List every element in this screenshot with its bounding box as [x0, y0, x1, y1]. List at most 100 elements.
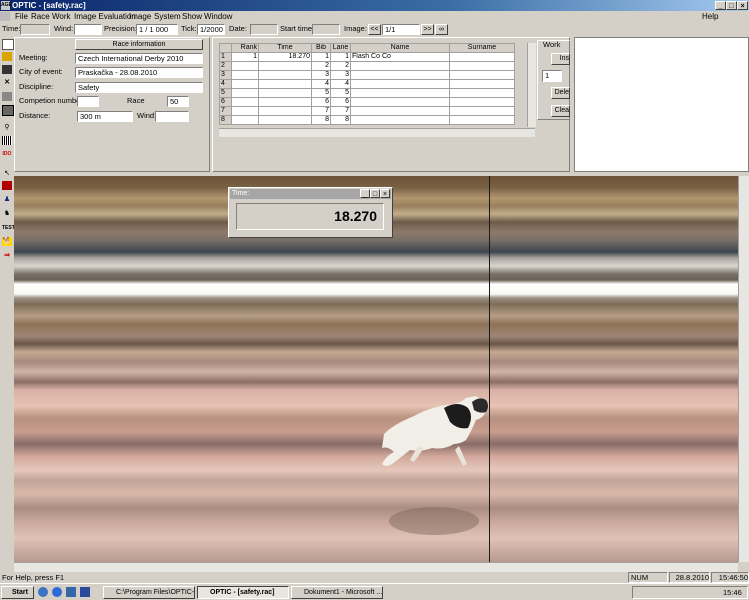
loop-button[interactable]: ∞	[435, 24, 448, 35]
clear-button[interactable]: Clea	[551, 105, 570, 117]
bib-cell[interactable]: 4	[311, 79, 331, 89]
prev-image-button[interactable]: <<	[368, 24, 381, 35]
discipline-field[interactable]: Safety	[75, 82, 203, 93]
rank-cell[interactable]	[231, 70, 259, 80]
zoom-icon[interactable]: ⚲	[2, 123, 12, 132]
start-button[interactable]: Start	[1, 586, 34, 599]
col-surname[interactable]: Surname	[449, 43, 515, 53]
horse-icon[interactable]: ♞	[2, 209, 12, 218]
task-optic[interactable]: OPTIC - [safety.rac]	[197, 586, 289, 599]
wind-field[interactable]	[74, 24, 102, 35]
ie-icon[interactable]	[52, 587, 62, 597]
surname-cell[interactable]	[449, 88, 515, 98]
menu-window[interactable]: Window	[204, 12, 232, 22]
lane-cell[interactable]: 2	[330, 61, 351, 71]
name-cell[interactable]	[350, 61, 450, 71]
surname-cell[interactable]	[449, 106, 515, 116]
delete-button[interactable]: Dele	[551, 87, 570, 99]
image-field[interactable]: 1/1	[382, 24, 420, 35]
time-field[interactable]	[20, 24, 50, 35]
menu-help[interactable]: Help	[702, 12, 718, 22]
table-row[interactable]: 1 1 18.270 1 1 Flash Co Co	[219, 52, 515, 62]
word-icon[interactable]	[80, 587, 90, 597]
bib-cell[interactable]: 7	[311, 106, 331, 116]
race-info-header[interactable]: Race information	[75, 39, 203, 50]
image-vscroll[interactable]	[738, 176, 749, 562]
col-lane[interactable]: Lane	[330, 43, 351, 53]
menu-system[interactable]: System	[154, 12, 181, 22]
lane-cell[interactable]: 4	[330, 79, 351, 89]
surname-cell[interactable]	[449, 61, 515, 71]
bib-cell[interactable]: 6	[311, 97, 331, 107]
logo-icon[interactable]: IDO	[2, 150, 12, 159]
popup-close-button[interactable]: ×	[380, 189, 390, 198]
next-image-button[interactable]: >>	[421, 24, 434, 35]
image-hscroll[interactable]	[14, 562, 738, 572]
precision-select[interactable]: 1 / 1 000	[136, 24, 178, 35]
menu-show[interactable]: Show	[182, 12, 202, 22]
grid-hscroll[interactable]	[219, 128, 535, 137]
time-cell[interactable]: 18.270	[258, 52, 312, 62]
lane-cell[interactable]: 6	[330, 97, 351, 107]
time-cell[interactable]	[258, 115, 312, 125]
time-cell[interactable]	[258, 97, 312, 107]
maximize-button[interactable]: □	[726, 1, 737, 10]
doc-icon[interactable]	[0, 12, 10, 21]
time-cell[interactable]	[258, 88, 312, 98]
competition-field[interactable]	[77, 96, 99, 107]
time-cell[interactable]	[258, 61, 312, 71]
menu-race[interactable]: Race	[31, 12, 50, 22]
time-cell[interactable]	[258, 106, 312, 116]
start-time-field[interactable]	[312, 24, 340, 35]
race-field[interactable]: 50	[167, 96, 189, 107]
meeting-field[interactable]: Czech International Derby 2010	[75, 53, 203, 64]
close-button[interactable]: ×	[737, 1, 748, 10]
test-icon[interactable]: TEST	[2, 224, 15, 233]
grid-vscroll[interactable]	[527, 43, 536, 127]
lane-cell[interactable]: 3	[330, 70, 351, 80]
col-rank[interactable]: Rank	[231, 43, 259, 53]
red-block-icon[interactable]	[2, 181, 12, 190]
rank-cell[interactable]	[231, 88, 259, 98]
lane-cell[interactable]: 1	[330, 52, 351, 62]
task-word[interactable]: Dokument1 - Microsoft ...	[291, 586, 383, 599]
table-row[interactable]: 333	[219, 70, 515, 80]
bib-cell[interactable]: 2	[311, 61, 331, 71]
popup-minimize-button[interactable]: _	[360, 189, 370, 198]
name-cell[interactable]	[350, 106, 450, 116]
name-cell[interactable]	[350, 88, 450, 98]
rank-cell[interactable]	[231, 106, 259, 116]
table-row[interactable]: 222	[219, 61, 515, 71]
table-row[interactable]: 666	[219, 97, 515, 107]
rank-cell[interactable]	[231, 115, 259, 125]
bib-cell[interactable]: 1	[311, 52, 331, 62]
distance-field[interactable]: 300 m	[77, 111, 133, 122]
open-folder-icon[interactable]	[2, 52, 12, 61]
menu-work[interactable]: Work	[52, 12, 71, 22]
date-field[interactable]	[250, 24, 278, 35]
name-cell[interactable]	[350, 70, 450, 80]
bib-cell[interactable]: 8	[311, 115, 331, 125]
table-row[interactable]: 888	[219, 115, 515, 125]
insert-button[interactable]: Ins	[551, 53, 570, 65]
city-field[interactable]: Praskačka - 28.08.2010	[75, 67, 203, 78]
rank-cell[interactable]	[231, 97, 259, 107]
desktop-icon[interactable]	[38, 587, 48, 597]
bib-cell[interactable]: 3	[311, 70, 331, 80]
table-row[interactable]: 444	[219, 79, 515, 89]
col-name[interactable]: Name	[350, 43, 450, 53]
rank-cell[interactable]	[231, 79, 259, 89]
minimize-button[interactable]: _	[715, 1, 726, 10]
print-icon[interactable]	[2, 92, 12, 101]
preview-icon[interactable]	[2, 105, 14, 116]
dog-icon[interactable]: 🐕	[2, 237, 12, 246]
lane-cell[interactable]: 7	[330, 106, 351, 116]
popup-maximize-button[interactable]: □	[370, 189, 380, 198]
surname-cell[interactable]	[449, 52, 515, 62]
menu-image-evaluation[interactable]: Image Evaluation	[74, 12, 136, 22]
delete-icon[interactable]: ✕	[2, 78, 12, 87]
pointer-icon[interactable]: ↖	[2, 169, 12, 178]
email-icon[interactable]	[66, 587, 76, 597]
finish-line[interactable]	[489, 176, 490, 562]
table-row[interactable]: 555	[219, 88, 515, 98]
